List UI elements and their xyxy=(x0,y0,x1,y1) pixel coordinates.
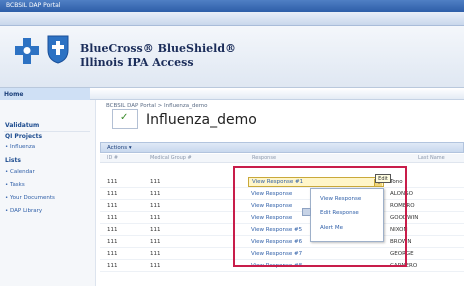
table-header: ID # Medical Group # Response Last Name xyxy=(100,154,464,163)
nav-item-tasks[interactable]: • Tasks xyxy=(5,182,25,188)
cell-group: 111 xyxy=(150,227,161,233)
nav-item-calendar[interactable]: • Calendar xyxy=(5,169,35,175)
tab-home[interactable]: Home xyxy=(0,88,90,100)
col-header-group[interactable]: Medical Group # xyxy=(150,155,192,161)
cell-id: 111 xyxy=(107,239,118,245)
cell-id: 111 xyxy=(107,215,118,221)
page-title: Influenza_demo xyxy=(146,112,257,128)
nav-item-dap-library[interactable]: • DAP Library xyxy=(5,208,42,214)
brand-name: BlueCross® BlueShield® xyxy=(80,42,237,55)
cell-group: 111 xyxy=(150,251,161,257)
cell-id: 111 xyxy=(107,191,118,197)
nav-item-your-documents[interactable]: • Your Documents xyxy=(5,195,55,201)
cell-id: 111 xyxy=(107,203,118,209)
left-navigation: Validatum QI Projects • Influenza Lists … xyxy=(0,100,96,286)
cell-group: 111 xyxy=(150,239,161,245)
col-header-last-name[interactable]: Last Name xyxy=(418,155,445,161)
nav-lists[interactable]: Lists xyxy=(5,157,21,164)
nav-qi-projects[interactable]: QI Projects xyxy=(5,133,42,140)
cell-group: 111 xyxy=(150,263,161,269)
tab-row: Home xyxy=(0,88,464,100)
browser-toolbar xyxy=(0,12,464,26)
actions-menu[interactable]: Actions ▾ xyxy=(107,145,132,151)
cell-id: 111 xyxy=(107,227,118,233)
cell-id: 111 xyxy=(107,251,118,257)
nav-validatum[interactable]: Validatum xyxy=(5,122,39,129)
cell-group: 111 xyxy=(150,203,161,209)
cell-id: 111 xyxy=(107,179,118,185)
list-toolbar: Actions ▾ xyxy=(100,142,464,153)
site-subtitle: Illinois IPA Access xyxy=(80,56,194,69)
window-titlebar: BCBSIL DAP Portal xyxy=(0,0,464,12)
survey-icon: ✓ xyxy=(112,109,138,129)
cell-group: 111 xyxy=(150,215,161,221)
col-header-response[interactable]: Response xyxy=(252,155,276,161)
cell-group: 111 xyxy=(150,179,161,185)
nav-divider xyxy=(4,131,90,132)
bluecross-logo-icon xyxy=(15,38,39,64)
cell-group: 111 xyxy=(150,191,161,197)
callout-highlight-box xyxy=(233,166,407,267)
nav-item-influenza[interactable]: • Influenza xyxy=(5,144,35,150)
blueshield-logo-icon xyxy=(47,35,69,64)
window-title: BCBSIL DAP Portal xyxy=(6,2,61,9)
col-header-id[interactable]: ID # xyxy=(107,155,118,161)
cell-id: 111 xyxy=(107,263,118,269)
